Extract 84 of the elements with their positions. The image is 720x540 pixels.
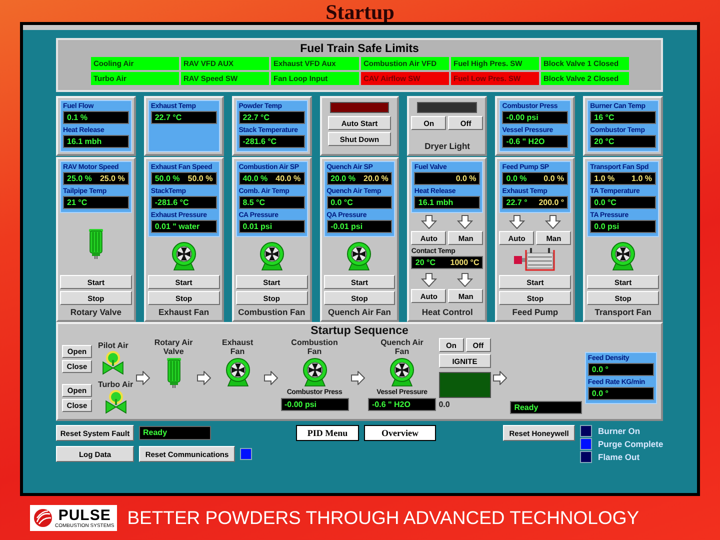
down-arrow-icon: [457, 215, 474, 229]
value-display: 0.0 °: [588, 363, 654, 376]
setpoint-value: 200.0 °: [538, 197, 564, 208]
panel-title: Feed Pump: [511, 307, 560, 318]
reading-value: 0.0 psi: [594, 221, 620, 232]
reading-value: 20 °C: [415, 257, 436, 268]
reading-value: 0.01 " water: [154, 221, 200, 232]
lamp-label: Purge Complete: [598, 438, 664, 450]
valve-icon: [104, 389, 128, 415]
setpoint-value: 50.0 %: [188, 173, 213, 184]
valve-icon: [101, 350, 126, 376]
flame-reading: 0.0: [438, 400, 451, 410]
motor-icon: [88, 228, 104, 260]
status-display: Ready: [510, 401, 582, 414]
setpoint-value: 0.0 %: [544, 173, 564, 184]
setpoint-value: 40.0 %: [276, 173, 301, 184]
reading-value: 25.0 %: [67, 173, 92, 184]
device-label: Quench Air Fan: [380, 338, 424, 356]
setpoint-value: 1.0 %: [594, 173, 615, 184]
reading-value: 16.1 mbh: [67, 136, 102, 147]
panel-title: Combustion Fan: [237, 307, 306, 318]
reading-value: -281.6 °C: [242, 136, 277, 147]
reading-value: 22.7 °C: [242, 112, 270, 123]
setpoint-value: 1.0 %: [632, 173, 652, 184]
reading-value: 0.0 °C: [594, 197, 616, 208]
status-display: Ready: [139, 426, 211, 440]
right-arrow-icon: [136, 371, 150, 385]
reading-value: 16.1 mbh: [418, 197, 454, 208]
motor-icon: [166, 357, 182, 389]
reading-value: 0.0 %: [506, 173, 527, 184]
reading-value: 50.0 %: [154, 173, 180, 184]
reading-value: -0.01 psi: [330, 221, 363, 232]
right-arrow-icon: [264, 371, 278, 385]
panel-title: Exhaust Fan: [158, 307, 210, 318]
reading-value: 0.0 °C: [330, 197, 353, 208]
menu-button[interactable]: Overview: [364, 425, 436, 441]
panel-title: Dryer Light: [424, 141, 472, 152]
setpoint-value: 20.0 %: [364, 173, 388, 184]
panel-title: Fuel Train Safe Limits: [300, 43, 419, 55]
reading-value: 40.0 %: [242, 173, 268, 184]
reading-value: 8.5 °C: [242, 197, 266, 208]
swirl-icon: [33, 508, 53, 528]
reading-value: 16 °C: [594, 112, 614, 123]
down-arrow-icon: [421, 215, 438, 229]
down-arrow-icon: [545, 215, 562, 229]
device-label: Pilot Air: [98, 341, 128, 350]
value-display: -0.00 psi: [280, 398, 349, 411]
slogan: BETTER POWDERS THROUGH ADVANCED TECHNOLOGY: [127, 507, 640, 529]
device-label: Combustion Fan: [291, 338, 338, 356]
reading-value: 0.1 %: [67, 112, 88, 123]
down-arrow-icon: [509, 215, 526, 229]
down-arrow-icon: [457, 273, 474, 287]
right-arrow-icon: [197, 371, 212, 385]
panel-title: Heat Control: [420, 307, 474, 318]
lamp-label: Burner On: [598, 426, 640, 436]
reading-value: 20 °C: [594, 136, 614, 147]
panel-title: Rotary Valve: [69, 307, 122, 318]
setpoint-value: 0.0 %: [456, 173, 476, 184]
menu-button[interactable]: PID Menu: [296, 425, 359, 441]
pump-icon: [513, 247, 558, 273]
setpoint-value: 25.0 %: [100, 173, 125, 184]
reading-value: -281.6 °C: [154, 197, 189, 208]
reading-value: -0.6 " H2O: [506, 136, 545, 147]
reading-value: 22.7 °: [506, 197, 528, 208]
panel-title: Transport Fan: [594, 307, 652, 318]
device-label: Turbo Air: [98, 380, 134, 389]
right-arrow-icon: [493, 371, 508, 385]
slide-title: Startup: [326, 0, 394, 22]
setpoint-value: 1000 °C: [450, 257, 480, 268]
down-arrow-icon: [421, 273, 438, 287]
device-label: Exhaust Fan: [220, 338, 254, 356]
reading-value: 20.0 %: [330, 173, 356, 184]
logo-name: PULSE: [58, 508, 111, 522]
panel-title: Quench Air Fan: [327, 307, 392, 318]
reading-value: 21 °C: [67, 197, 88, 208]
value-display: -0.6 " H2O: [368, 398, 436, 411]
right-arrow-icon: [351, 371, 366, 385]
reading-value: 0.01 psi: [242, 221, 272, 232]
reading-value: -0.00 psi: [506, 112, 538, 123]
lamp-label: Flame Out: [598, 452, 640, 462]
device-label: Rotary Air Valve: [153, 338, 194, 356]
reading-value: 22.7 °C: [154, 112, 182, 123]
value-display: 0.0 °: [588, 387, 654, 400]
panel-title: Startup Sequence: [310, 325, 410, 338]
